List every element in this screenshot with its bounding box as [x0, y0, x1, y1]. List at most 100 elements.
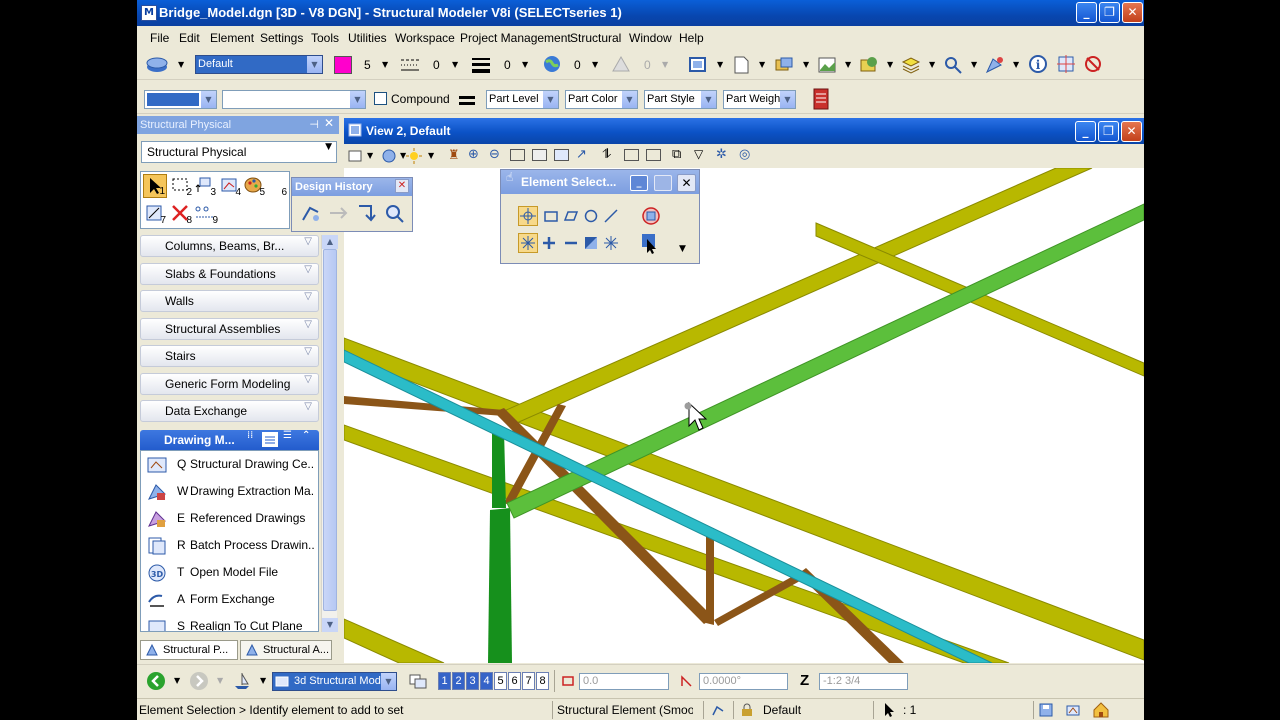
level-manager-icon[interactable]	[145, 55, 169, 75]
back-arrow-icon[interactable]	[146, 671, 166, 691]
section-slabs-foundations[interactable]: Slabs & Foundations ▽	[140, 263, 319, 285]
weight-icon[interactable]	[457, 90, 477, 110]
clip-volume-icon[interactable]: ▽	[694, 147, 703, 161]
rotate-view-icon[interactable]	[554, 149, 569, 161]
section-stairs[interactable]: Stairs ▽	[140, 345, 319, 367]
chevron-down-icon[interactable]: ▼	[452, 60, 458, 69]
change-attributes-tool[interactable]: 5	[242, 174, 266, 198]
accudraw-icon[interactable]	[985, 55, 1005, 75]
close-button[interactable]: ✕	[1122, 2, 1143, 23]
menu-project-management[interactable]: Project Management	[460, 31, 571, 45]
copy-view-icon[interactable]: ⧉	[672, 147, 681, 162]
detail-view-icon[interactable]: ☰	[283, 430, 292, 441]
pin-icon[interactable]: ⊣	[309, 116, 319, 134]
close-icon[interactable]: ✕	[324, 116, 334, 130]
expand-options-icon[interactable]: ▼	[679, 244, 686, 254]
view-2-button[interactable]: 2	[452, 672, 465, 690]
close-icon[interactable]: ✕	[677, 174, 696, 192]
element-selection-tool[interactable]: 1	[143, 174, 167, 198]
commit-history-icon[interactable]	[355, 202, 377, 224]
window-area-icon[interactable]	[510, 149, 525, 161]
snap-icon[interactable]	[943, 55, 963, 75]
line-weight-icon[interactable]	[471, 55, 491, 75]
walk-icon[interactable]: ⥮	[602, 147, 611, 162]
sailboat-icon[interactable]	[232, 671, 252, 691]
model-canvas[interactable]	[344, 168, 1144, 663]
block-shape-icon[interactable]	[543, 208, 559, 224]
view-4-button[interactable]: 4	[480, 672, 493, 690]
section-walls[interactable]: Walls ▽	[140, 290, 319, 312]
menu-structural[interactable]: Structural	[570, 31, 621, 45]
chevron-down-icon[interactable]: ▼	[929, 60, 935, 69]
menu-settings[interactable]: Settings	[260, 31, 303, 45]
zoom-in-icon[interactable]: ⊕	[468, 147, 479, 162]
camera-icon[interactable]: ◎	[739, 147, 750, 162]
layers-icon[interactable]	[901, 55, 921, 75]
browse-history-icon[interactable]	[327, 202, 349, 224]
view-minimize-button[interactable]: _	[1075, 121, 1096, 142]
color-swatch-icon[interactable]	[334, 56, 352, 74]
pan-view-icon[interactable]: ↗	[576, 147, 587, 162]
angle-field[interactable]: 0.0000°	[699, 673, 788, 690]
section-columns-beams[interactable]: Columns, Beams, Br... ▽	[140, 235, 319, 257]
scroll-down-icon[interactable]: ▼	[322, 618, 338, 632]
clip-mask-icon[interactable]: ✲	[716, 147, 727, 162]
raster-image-icon[interactable]	[817, 55, 837, 75]
lighting-icon[interactable]	[406, 148, 422, 164]
menu-tools[interactable]: Tools	[311, 31, 339, 45]
view-next-icon[interactable]	[646, 149, 661, 161]
restore-button[interactable]: ❐	[1099, 2, 1120, 23]
list-item[interactable]: S Realign To Cut Plane	[141, 613, 318, 631]
lock-icon[interactable]	[739, 702, 755, 718]
minimize-button[interactable]: _	[1076, 2, 1097, 23]
list-view-icon[interactable]	[262, 432, 278, 447]
zoom-out-icon[interactable]: ⊖	[489, 147, 500, 162]
chevron-down-icon[interactable]: ▼	[845, 60, 851, 69]
part-level-dropdown[interactable]: Part Level ▼	[486, 90, 559, 109]
select-all-icon[interactable]	[603, 235, 619, 251]
selection-tool-icon[interactable]	[641, 233, 661, 255]
list-item[interactable]: E Referenced Drawings	[141, 505, 318, 532]
invert-mode-icon[interactable]	[583, 235, 599, 251]
section-generic-form-modeling[interactable]: Generic Form Modeling ▽	[140, 373, 319, 395]
history-magnify-icon[interactable]	[383, 202, 405, 224]
view-7-button[interactable]: 7	[522, 672, 535, 690]
menu-file[interactable]: File	[150, 31, 169, 45]
individual-method-button[interactable]	[518, 206, 538, 226]
modify-tool[interactable]: 4	[218, 174, 242, 198]
disconnect-icon[interactable]	[1083, 54, 1103, 74]
reference-icon[interactable]	[774, 55, 794, 75]
chevron-down-icon[interactable]: ▼	[592, 60, 598, 69]
update-view-icon[interactable]: ♜	[448, 148, 460, 163]
list-item[interactable]: A Form Exchange	[141, 586, 318, 613]
view-3-button[interactable]: 3	[466, 672, 479, 690]
clear-selection-icon[interactable]	[641, 206, 661, 226]
chevron-down-icon[interactable]: ▼	[382, 60, 388, 69]
view-groups-manager-icon[interactable]	[408, 671, 428, 691]
part-style-dropdown[interactable]: Part Style ▼	[644, 90, 717, 109]
chevron-down-icon[interactable]: ▼	[1013, 60, 1019, 69]
chevron-down-icon[interactable]: ▼	[428, 151, 434, 160]
transparency-globe-icon[interactable]	[542, 54, 562, 74]
scroll-up-icon[interactable]: ▲	[322, 235, 338, 249]
view-attributes-icon[interactable]	[348, 148, 364, 164]
view-6-button[interactable]: 6	[508, 672, 521, 690]
chevron-down-icon[interactable]: ▼	[803, 60, 809, 69]
menu-edit[interactable]: Edit	[179, 31, 200, 45]
view-restore-button[interactable]: ❐	[1098, 121, 1119, 142]
display-mode-icon[interactable]	[381, 148, 397, 164]
accusnap-icon[interactable]	[710, 702, 726, 718]
chevron-down-icon[interactable]: ▼	[971, 60, 977, 69]
menu-workspace[interactable]: Workspace	[395, 31, 455, 45]
tool-6[interactable]: 6	[266, 174, 288, 198]
task-dropdown[interactable]: Structural Physical ▼	[141, 141, 337, 163]
circle-shape-icon[interactable]	[583, 208, 599, 224]
view-1-button[interactable]: 1	[438, 672, 451, 690]
chevron-up-icon[interactable]: ⌃	[302, 430, 310, 441]
chevron-down-icon[interactable]: ▼	[717, 60, 723, 69]
close-icon[interactable]: ✕	[395, 179, 409, 193]
forward-arrow-icon[interactable]	[189, 671, 209, 691]
line-shape-icon[interactable]	[603, 208, 619, 224]
part-weight-dropdown[interactable]: Part Weigh ▼	[723, 90, 796, 109]
chevron-down-icon[interactable]: ▼	[178, 60, 184, 69]
